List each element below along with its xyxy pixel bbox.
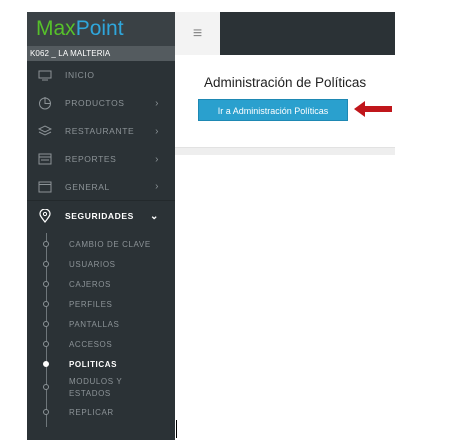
hamburger-icon[interactable]: ≡ (175, 12, 220, 55)
brand-logo-max: Max (36, 17, 76, 40)
submenu-item-label: REPLICAR (69, 407, 114, 417)
sidebar-item-general[interactable]: GENERAL › (27, 173, 175, 201)
store-name: K062 _ LA MALTERIA (27, 46, 175, 61)
submenu-item-label: PANTALLAS (69, 319, 120, 329)
submenu-item-label: MODULOS Y ESTADOS (69, 377, 123, 398)
chevron-right-icon: › (155, 125, 159, 137)
submenu-item-label: ACCESOS (69, 339, 113, 349)
submenu-item-label: CAMBIO DE CLAVE (69, 239, 151, 249)
red-arrow-icon (354, 101, 392, 117)
go-to-policies-button[interactable]: Ir a Administración Políticas (198, 99, 348, 121)
sidebar-item-label: PRODUCTOS (65, 98, 125, 108)
brand-logo[interactable]: MaxPoint (27, 12, 175, 46)
main-content: Administración de Políticas Ir a Adminis… (175, 55, 395, 155)
submenu-item-politicas[interactable]: POLITICAS (27, 354, 175, 374)
brand-logo-point: Point (75, 17, 124, 40)
submenu-item-label: CAJEROS (69, 279, 111, 289)
bullet-icon (43, 241, 49, 247)
chevron-down-icon: ⌄ (150, 210, 159, 222)
bullet-icon (43, 281, 49, 287)
security-submenu: CAMBIO DE CLAVE USUARIOS CAJEROS PERFILE… (27, 231, 175, 427)
content-divider (175, 147, 395, 155)
monitor-icon (37, 68, 53, 82)
report-icon (37, 152, 53, 166)
submenu-item-label: PERFILES (69, 299, 113, 309)
page-title: Administración de Políticas (204, 75, 367, 90)
sidebar-item-label: REPORTES (65, 154, 117, 164)
sidebar-item-label: INICIO (65, 70, 95, 80)
sidebar-item-restaurante[interactable]: RESTAURANTE › (27, 117, 175, 145)
submenu-item-cajeros[interactable]: CAJEROS (27, 274, 175, 294)
chevron-right-icon: › (155, 97, 159, 109)
sidebar-item-reportes[interactable]: REPORTES › (27, 145, 175, 173)
text-cursor-icon (176, 420, 177, 438)
bullet-icon (43, 384, 49, 390)
top-navbar: ≡ (175, 12, 395, 55)
bullet-icon (43, 321, 49, 327)
sidebar-item-label: SEGURIDADES (65, 211, 134, 221)
sidebar-menu: INICIO PRODUCTOS › RESTAURANTE › REPORTE… (27, 61, 175, 427)
sidebar-item-inicio[interactable]: INICIO (27, 61, 175, 89)
chevron-right-icon: › (155, 181, 159, 192)
bullet-icon (43, 341, 49, 347)
submenu-item-accesos[interactable]: ACCESOS (27, 334, 175, 354)
bullet-icon (43, 361, 49, 367)
submenu-item-perfiles[interactable]: PERFILES (27, 294, 175, 314)
window-icon (37, 180, 53, 194)
pie-chart-icon (37, 96, 53, 110)
sidebar-item-label: RESTAURANTE (65, 126, 135, 136)
sidebar: MaxPoint K062 _ LA MALTERIA INICIO PRODU… (27, 12, 175, 440)
sidebar-item-seguridades[interactable]: SEGURIDADES ⌄ (27, 201, 175, 231)
submenu-item-modulos-y-estados[interactable]: MODULOS Y ESTADOS (27, 374, 175, 402)
location-pin-icon (37, 209, 53, 223)
submenu-item-replicar[interactable]: REPLICAR (27, 402, 175, 422)
submenu-item-label: POLITICAS (69, 359, 118, 369)
bullet-icon (43, 409, 49, 415)
sidebar-item-label: GENERAL (65, 181, 110, 192)
bullet-icon (43, 261, 49, 267)
submenu-item-pantallas[interactable]: PANTALLAS (27, 314, 175, 334)
submenu-item-label: USUARIOS (69, 259, 116, 269)
submenu-item-usuarios[interactable]: USUARIOS (27, 254, 175, 274)
submenu-item-cambio-de-clave[interactable]: CAMBIO DE CLAVE (27, 234, 175, 254)
layers-icon (37, 124, 53, 138)
chevron-right-icon: › (155, 153, 159, 165)
app-frame: MaxPoint K062 _ LA MALTERIA INICIO PRODU… (0, 0, 453, 442)
bullet-icon (43, 301, 49, 307)
sidebar-item-productos[interactable]: PRODUCTOS › (27, 89, 175, 117)
